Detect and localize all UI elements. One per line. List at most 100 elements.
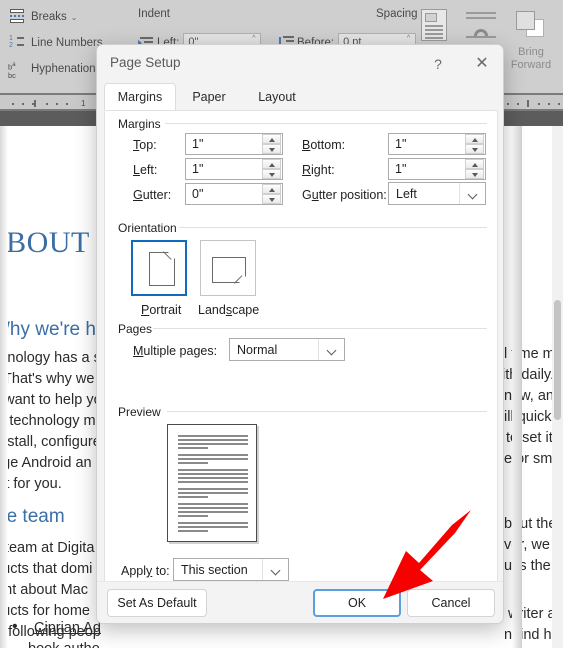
page-left-edge: [0, 126, 8, 648]
tab-paper[interactable]: Paper: [176, 83, 242, 111]
top-margin-increment[interactable]: [262, 134, 281, 144]
left-margin-input[interactable]: 1": [185, 158, 283, 180]
orientation-portrait-option[interactable]: [131, 240, 187, 296]
tab-layout-label: Layout: [258, 90, 296, 104]
top-margin-spinner[interactable]: [262, 134, 281, 154]
doc-heading-1: ABOUT I: [0, 226, 107, 259]
left-margin-increment[interactable]: [262, 159, 281, 169]
left-margin-spinner[interactable]: [262, 159, 281, 179]
doc-paragraph-line: echnology has a s: [0, 350, 101, 366]
ribbon-bring-forward-label: Bring Forward: [510, 46, 552, 71]
portrait-page-icon: [149, 251, 176, 286]
indent-group-label: Indent: [138, 8, 170, 20]
ribbon-bring-forward-button[interactable]: Bring Forward: [504, 4, 558, 72]
doc-heading-the-team: he team: [0, 506, 65, 527]
breaks-icon: [6, 7, 28, 27]
doc-paragraph-line: book autho: [28, 639, 100, 648]
bottom-margin-label: Bottom:: [302, 138, 346, 152]
ok-label: OK: [347, 596, 367, 610]
left-margin-decrement[interactable]: [262, 169, 281, 179]
gutter-label: Gutter:: [133, 188, 172, 202]
tab-margins[interactable]: Margins: [104, 83, 176, 111]
help-icon[interactable]: ?: [427, 53, 449, 75]
right-margin-increment[interactable]: [465, 159, 484, 169]
bottom-margin-input[interactable]: 1": [388, 133, 486, 155]
right-margin-decrement[interactable]: [465, 169, 484, 179]
landscape-page-icon: [212, 257, 247, 284]
doc-paragraph-line: est for you.: [0, 476, 62, 492]
doc-link-line[interactable]: Ciprian Ad: [34, 618, 101, 639]
pages-group-label: Pages: [118, 322, 159, 336]
screenshot-root: Breaks ⌄ 12 Line Numbers ⌄ ba bc Hyphenat…: [0, 0, 563, 648]
set-as-default-button[interactable]: Set As Default: [107, 589, 207, 617]
page-setup-dialog[interactable]: Page Setup ? ✕ Margins Paper Layout Marg…: [96, 44, 504, 624]
doc-paragraph-line: ntent about Mac: [0, 582, 88, 598]
dialog-tabs: Margins Paper Layout: [97, 83, 503, 111]
gutter-decrement[interactable]: [262, 194, 281, 204]
chevron-down-icon[interactable]: [318, 339, 344, 360]
chevron-down-icon[interactable]: ⌄: [71, 13, 78, 22]
gutter-input[interactable]: 0": [185, 183, 283, 205]
top-margin-value: 1": [192, 137, 204, 151]
ok-button[interactable]: OK: [313, 589, 401, 617]
dialog-title-bar[interactable]: Page Setup ? ✕: [97, 45, 503, 83]
close-icon[interactable]: ✕: [469, 53, 495, 75]
dialog-footer: Set As Default OK Cancel: [97, 581, 503, 623]
top-margin-decrement[interactable]: [262, 144, 281, 154]
orientation-portrait-label: Portrait: [141, 303, 182, 317]
tab-layout[interactable]: Layout: [242, 83, 312, 111]
bottom-margin-spinner[interactable]: [465, 134, 484, 154]
orientation-landscape-option[interactable]: [200, 240, 256, 296]
cancel-label: Cancel: [431, 596, 471, 610]
margins-panel: Margins Top: 1" Bottom: 1" Left: 1" Righ…: [104, 110, 498, 588]
gutter-value: 0": [192, 187, 204, 201]
dialog-title: Page Setup: [110, 55, 181, 70]
doc-paragraph-line: oducts that domi: [0, 561, 93, 577]
bottom-margin-decrement[interactable]: [465, 144, 484, 154]
ruler-right-segment: [504, 95, 563, 109]
bring-forward-icon: [504, 4, 558, 46]
top-margin-input[interactable]: 1": [185, 133, 283, 155]
bottom-margin-increment[interactable]: [465, 134, 484, 144]
doc-paragraph-line: e want to help yo: [0, 392, 102, 408]
chevron-down-icon[interactable]: [459, 183, 485, 204]
right-margin-input[interactable]: 1": [388, 158, 486, 180]
doc-paragraph-line: hy technology ma: [0, 413, 104, 429]
bottom-margin-value: 1": [395, 137, 407, 151]
set-as-default-label: Set As Default: [117, 596, 197, 610]
gutter-increment[interactable]: [262, 184, 281, 194]
right-margin-label: Right:: [302, 163, 335, 177]
preview-group-label: Preview: [118, 405, 167, 419]
line-numbers-icon: 12: [6, 33, 28, 53]
doc-paragraph-line: ange Android an: [0, 455, 92, 471]
vertical-scrollbar-thumb[interactable]: [554, 300, 561, 420]
top-margin-label: Top:: [133, 138, 157, 152]
ruler-tick-1: 1: [81, 99, 86, 108]
tab-margins-label: Margins: [117, 90, 163, 104]
orientation-group-label: Orientation: [118, 221, 183, 235]
right-margin-value: 1": [395, 162, 407, 176]
orientation-landscape-label: Landscape: [198, 303, 260, 317]
gutter-position-value: Left: [396, 187, 417, 201]
multiple-pages-dropdown[interactable]: Normal: [229, 338, 345, 361]
multiple-pages-value: Normal: [237, 343, 278, 357]
ribbon-hyphenation-label: Hyphenation: [31, 63, 96, 75]
apply-to-dropdown[interactable]: This section: [173, 558, 289, 581]
margins-group-divider: [165, 123, 487, 124]
page-right-edge: [512, 126, 522, 648]
gutter-position-label: Gutter position:: [302, 188, 387, 202]
left-margin-value: 1": [192, 162, 204, 176]
right-margin-spinner[interactable]: [465, 159, 484, 179]
ribbon-line-numbers-label: Line Numbers: [31, 37, 103, 49]
doc-paragraph-line: ur team at Digita: [0, 540, 95, 556]
cancel-button[interactable]: Cancel: [407, 589, 495, 617]
doc-heading-why-we-are-here: Why we're he: [0, 319, 107, 340]
chevron-down-icon[interactable]: [262, 559, 288, 580]
gutter-spinner[interactable]: [262, 184, 281, 204]
multiple-pages-label: Multiple pages:: [133, 344, 218, 358]
ribbon-breaks-button[interactable]: Breaks ⌄: [6, 4, 132, 30]
doc-paragraph-line: install, configure: [0, 434, 101, 450]
hyphenation-icon: ba bc: [8, 61, 16, 80]
gutter-position-dropdown[interactable]: Left: [388, 182, 486, 205]
pages-group-divider: [153, 328, 487, 329]
